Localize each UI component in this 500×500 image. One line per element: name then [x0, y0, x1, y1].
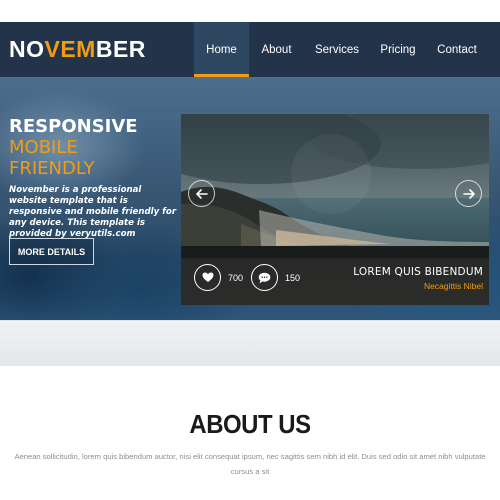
like-count: 700 — [228, 273, 244, 283]
nav-pricing[interactable]: Pricing — [370, 22, 426, 77]
hero-title-line3: FRIENDLY — [9, 158, 95, 179]
comment-icon — [258, 272, 271, 283]
nav-about[interactable]: About — [249, 22, 304, 77]
heart-icon — [202, 272, 213, 282]
divider-band — [0, 320, 500, 366]
navbar: NOVEMBER Home About Services Pricing Con… — [0, 22, 500, 77]
more-details-button[interactable]: MORE DETAILS — [9, 238, 94, 265]
nav-home[interactable]: Home — [194, 22, 249, 77]
main-nav: Home About Services Pricing Contact — [194, 22, 488, 77]
logo-text-accent: VEM — [44, 36, 96, 62]
logo-text-end: BER — [95, 36, 146, 62]
nav-services[interactable]: Services — [304, 22, 370, 77]
hero-title: RESPONSIVE MOBILE FRIENDLY — [9, 116, 138, 179]
logo-text-start: NO — [9, 36, 45, 62]
slide-caption-subtitle[interactable]: Necagittis Nibel — [424, 281, 483, 291]
about-text: Aenean sollicitudin, lorem quis bibendum… — [14, 452, 486, 476]
hero-description: November is a professional website templ… — [9, 185, 177, 239]
hero-title-line1: RESPONSIVE — [9, 116, 138, 137]
image-slider: 700 150 LOREM QUIS BIBENDUM Necagittis N… — [181, 114, 489, 305]
slide-caption-title: LOREM QUIS BIBENDUM — [353, 266, 483, 278]
comment-button[interactable] — [251, 264, 278, 291]
slider-prev-button[interactable] — [188, 180, 215, 207]
arrow-right-icon — [462, 188, 475, 199]
slider-next-button[interactable] — [455, 180, 482, 207]
arrow-left-icon — [195, 188, 208, 199]
comment-count: 150 — [285, 273, 301, 283]
about-title: ABOUT US — [189, 409, 311, 439]
like-button[interactable] — [194, 264, 221, 291]
nav-contact[interactable]: Contact — [426, 22, 488, 77]
top-strip — [0, 0, 500, 22]
hero-title-line2: MOBILE — [9, 137, 78, 158]
site-logo[interactable]: NOVEMBER — [9, 36, 146, 63]
